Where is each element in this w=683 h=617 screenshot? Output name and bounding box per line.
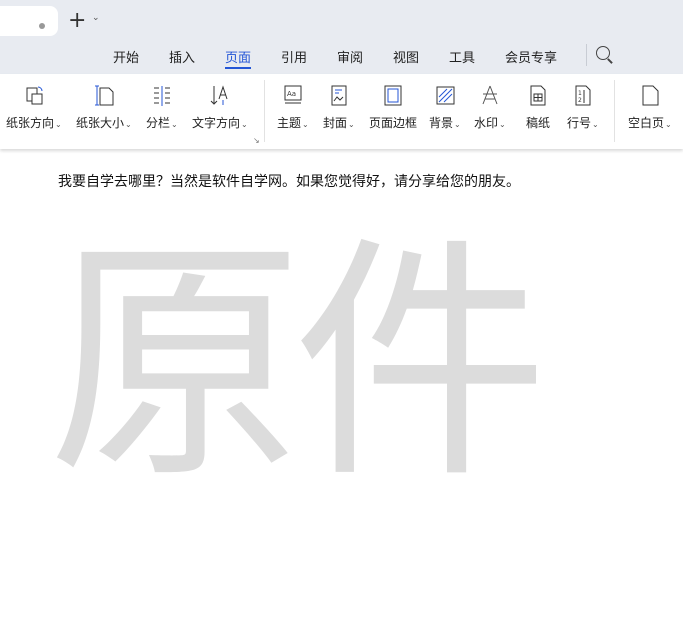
chevron-down-icon: ⌄ bbox=[665, 120, 672, 129]
menu-tools[interactable]: 工具 bbox=[449, 47, 475, 66]
ribbon-button-line-number[interactable]: 1 2 行号⌄ bbox=[567, 84, 599, 131]
ribbon-button-page-orientation[interactable]: 纸张方向⌄ bbox=[6, 84, 62, 131]
ribbon-label: 页面边框 bbox=[369, 116, 418, 130]
page-size-icon bbox=[94, 85, 114, 106]
menu-references[interactable]: 引用 bbox=[281, 47, 307, 66]
ribbon-button-columns[interactable]: 分栏⌄ bbox=[146, 84, 178, 131]
svg-text:Aa: Aa bbox=[287, 90, 296, 98]
background-icon bbox=[436, 86, 455, 105]
active-tab-indicator bbox=[225, 67, 251, 69]
title-bar: + ⌄ 开始 插入 页面 引用 审阅 视图 工具 会员专享 bbox=[0, 0, 683, 74]
ribbon-label: 空白页 bbox=[628, 116, 665, 130]
ribbon-label: 背景 bbox=[429, 116, 454, 130]
chevron-down-icon: ⌄ bbox=[454, 120, 461, 129]
ribbon-label: 纸张大小 bbox=[76, 116, 125, 130]
ribbon-button-page-size[interactable]: 纸张大小⌄ bbox=[76, 84, 132, 131]
page-setup-launcher-icon[interactable]: ↘ bbox=[253, 136, 260, 145]
paragraph: 我要自学去哪里？当然是软件自学网。如果您觉得好，请分享给您的朋友。 bbox=[58, 174, 520, 190]
svg-text:1: 1 bbox=[578, 90, 582, 97]
ribbon-button-page-border[interactable]: 页面边框 bbox=[369, 84, 417, 131]
page-orientation-icon bbox=[26, 86, 43, 105]
search-icon[interactable] bbox=[596, 46, 610, 60]
page-ribbon: ↘ 纸张方向⌄ 纸张大小⌄ 分栏⌄ 文字方向⌄ Aa 主题⌄ 封面⌄ 页面边框 背景⌄ 水印⌄ 稿纸… bbox=[0, 74, 683, 149]
watermark-icon bbox=[482, 85, 498, 105]
menu-page[interactable]: 页面 bbox=[225, 47, 251, 66]
menu-view[interactable]: 视图 bbox=[393, 47, 419, 66]
menu-home[interactable]: 开始 bbox=[113, 47, 139, 66]
chevron-down-icon: ⌄ bbox=[125, 120, 132, 129]
ribbon-button-text-direction[interactable]: 文字方向⌄ bbox=[192, 84, 248, 131]
page-border-icon bbox=[384, 85, 402, 106]
divider bbox=[614, 80, 615, 142]
chevron-down-icon[interactable]: ⌄ bbox=[92, 13, 100, 23]
ribbon-label: 水印 bbox=[474, 116, 499, 130]
chevron-down-icon: ⌄ bbox=[171, 120, 178, 129]
ribbon-label: 主题 bbox=[277, 116, 302, 130]
unsaved-dot-icon bbox=[39, 23, 45, 29]
watermark: 原件 bbox=[48, 216, 548, 513]
chevron-down-icon: ⌄ bbox=[55, 120, 62, 129]
ribbon-button-background[interactable]: 背景⌄ bbox=[429, 84, 461, 131]
ribbon-label: 行号 bbox=[567, 116, 592, 130]
ribbon-label: 分栏 bbox=[146, 116, 171, 130]
chevron-down-icon: ⌄ bbox=[348, 120, 355, 129]
theme-icon: Aa bbox=[284, 85, 302, 104]
document-page[interactable]: 我要自学去哪里？当然是软件自学网。如果您觉得好，请分享给您的朋友。 原件 bbox=[0, 149, 683, 617]
menu-membership[interactable]: 会员专享 bbox=[505, 47, 557, 66]
cover-icon bbox=[331, 85, 347, 106]
ribbon-button-blank-page[interactable]: 空白页⌄ bbox=[628, 84, 672, 131]
columns-icon bbox=[153, 86, 170, 106]
blank-page-icon bbox=[642, 85, 659, 106]
chevron-down-icon: ⌄ bbox=[499, 120, 506, 129]
ribbon-button-watermark[interactable]: 水印⌄ bbox=[474, 84, 506, 131]
new-tab-button[interactable]: + bbox=[68, 8, 86, 33]
divider bbox=[586, 44, 587, 66]
ribbon-button-theme[interactable]: Aa 主题⌄ bbox=[277, 84, 309, 131]
chevron-down-icon: ⌄ bbox=[241, 120, 248, 129]
manuscript-icon bbox=[530, 85, 546, 106]
menu-insert[interactable]: 插入 bbox=[169, 47, 195, 66]
divider bbox=[264, 80, 265, 142]
chevron-down-icon: ⌄ bbox=[592, 120, 599, 129]
ribbon-label: 纸张方向 bbox=[6, 116, 55, 130]
line-number-icon: 12 bbox=[575, 85, 591, 106]
ribbon-label: 文字方向 bbox=[192, 116, 241, 130]
ribbon-button-manuscript[interactable]: 稿纸 bbox=[526, 84, 550, 131]
svg-text:2: 2 bbox=[578, 97, 582, 104]
ribbon-button-cover[interactable]: 封面⌄ bbox=[323, 84, 355, 131]
text-direction-icon bbox=[210, 85, 228, 105]
menu-review[interactable]: 审阅 bbox=[337, 47, 363, 66]
chevron-down-icon: ⌄ bbox=[302, 120, 309, 129]
document-tab[interactable] bbox=[0, 6, 58, 36]
ribbon-label: 稿纸 bbox=[526, 116, 551, 130]
ribbon-label: 封面 bbox=[323, 116, 348, 130]
